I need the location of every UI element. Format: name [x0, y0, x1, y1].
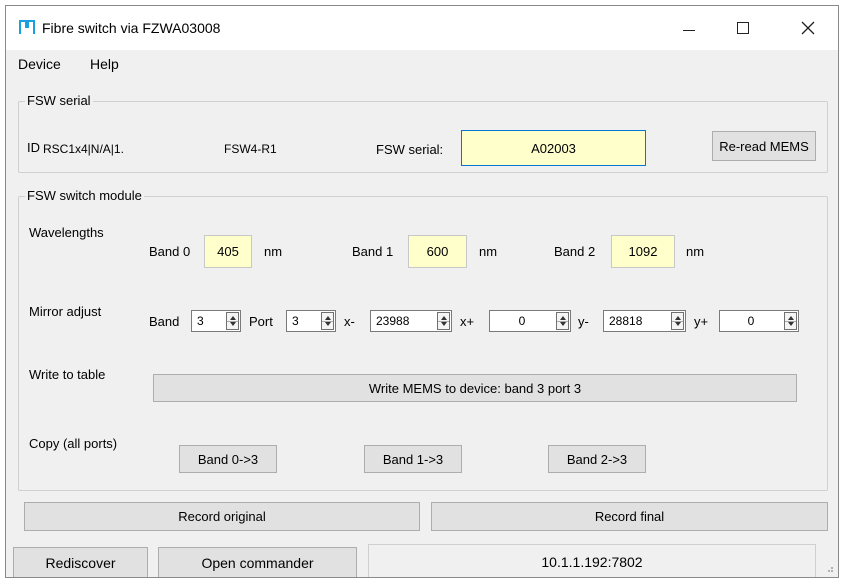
mirror-port-spinner[interactable]: 3 — [286, 310, 336, 332]
minimize-icon — [683, 29, 695, 31]
menu-help[interactable]: Help — [90, 56, 119, 72]
wavelengths-label: Wavelengths — [29, 225, 104, 240]
window-title: Fibre switch via FZWA03008 — [42, 20, 221, 36]
resize-grip-icon[interactable] — [824, 563, 834, 573]
close-icon — [801, 21, 815, 35]
spinner-arrows-icon[interactable] — [784, 312, 797, 330]
app-icon — [19, 20, 35, 34]
copy-band2-button[interactable]: Band 2->3 — [548, 445, 646, 473]
yplus-label: y+ — [694, 314, 709, 329]
band2-wavelength-field[interactable]: 1092 — [611, 235, 675, 268]
spinner-value: 0 — [518, 314, 526, 328]
maximize-icon — [737, 22, 749, 34]
band1-unit: nm — [479, 244, 498, 259]
maximize-button[interactable] — [720, 12, 766, 44]
band2-value: 1092 — [628, 244, 658, 259]
copy-band1-button[interactable]: Band 1->3 — [364, 445, 462, 473]
reread-mems-button[interactable]: Re-read MEMS — [712, 131, 816, 161]
record-original-button[interactable]: Record original — [24, 502, 420, 531]
group-title: FSW serial — [25, 93, 93, 108]
spinner-value: 23988 — [376, 314, 410, 328]
xplus-label: x+ — [460, 314, 475, 329]
model-label: FSW4-R1 — [224, 142, 277, 156]
title-bar: Fibre switch via FZWA03008 — [6, 6, 838, 50]
serial-field[interactable]: A02003 — [461, 130, 646, 166]
write-mems-button[interactable]: Write MEMS to device: band 3 port 3 — [153, 374, 797, 402]
serial-value: A02003 — [531, 140, 576, 156]
rediscover-button[interactable]: Rediscover — [13, 547, 148, 577]
spinner-value: 28818 — [609, 314, 643, 328]
band1-wavelength-field[interactable]: 600 — [408, 235, 467, 268]
copy-band0-button[interactable]: Band 0->3 — [179, 445, 277, 473]
mirror-port-label: Port — [249, 314, 273, 329]
fsw-serial-group: FSW serial ID RSC1x4|N/A|1. FSW4-R1 FSW … — [18, 93, 828, 173]
mirror-adjust-label: Mirror adjust — [29, 304, 102, 319]
id-value: RSC1x4|N/A|1. — [43, 142, 124, 156]
band1-label: Band 1 — [352, 244, 394, 259]
spinner-arrows-icon[interactable] — [671, 312, 684, 330]
address-field: 10.1.1.192:7802 — [368, 544, 816, 577]
minimize-button[interactable] — [666, 12, 712, 44]
xplus-spinner[interactable]: 0 — [489, 310, 571, 332]
band2-label: Band 2 — [554, 244, 596, 259]
band0-unit: nm — [264, 244, 283, 259]
app-window: Fibre switch via FZWA03008 Device Help F… — [5, 5, 839, 578]
spinner-value: 0 — [747, 314, 755, 328]
serial-label: FSW serial: — [376, 142, 444, 157]
address-value: 10.1.1.192:7802 — [541, 554, 643, 570]
band0-label: Band 0 — [149, 244, 191, 259]
open-commander-button[interactable]: Open commander — [158, 547, 357, 577]
yminus-label: y- — [578, 314, 589, 329]
band0-wavelength-field[interactable]: 405 — [204, 235, 252, 268]
spinner-arrows-icon[interactable] — [226, 312, 239, 330]
switch-module-group: FSW switch module Wavelengths Band 0 405… — [18, 188, 828, 491]
yplus-spinner[interactable]: 0 — [719, 310, 799, 332]
band0-value: 405 — [217, 244, 239, 259]
record-final-button[interactable]: Record final — [431, 502, 828, 531]
id-label: ID — [27, 140, 40, 155]
xminus-label: x- — [344, 314, 355, 329]
spinner-arrows-icon[interactable] — [437, 312, 450, 330]
spinner-value: 3 — [292, 314, 299, 328]
spinner-arrows-icon[interactable] — [556, 312, 569, 330]
yminus-spinner[interactable]: 28818 — [603, 310, 686, 332]
mirror-band-spinner[interactable]: 3 — [191, 310, 241, 332]
menu-bar: Device Help — [6, 50, 838, 78]
spinner-value: 3 — [197, 314, 204, 328]
mirror-band-label: Band — [149, 314, 180, 329]
band1-value: 600 — [426, 244, 449, 259]
band2-unit: nm — [686, 244, 705, 259]
close-button[interactable] — [785, 12, 831, 44]
xminus-spinner[interactable]: 23988 — [370, 310, 452, 332]
group-title: FSW switch module — [25, 188, 144, 203]
copy-all-ports-label: Copy (all ports) — [29, 436, 118, 451]
menu-device[interactable]: Device — [18, 56, 61, 72]
write-to-table-label: Write to table — [29, 367, 106, 382]
spinner-arrows-icon[interactable] — [321, 312, 334, 330]
